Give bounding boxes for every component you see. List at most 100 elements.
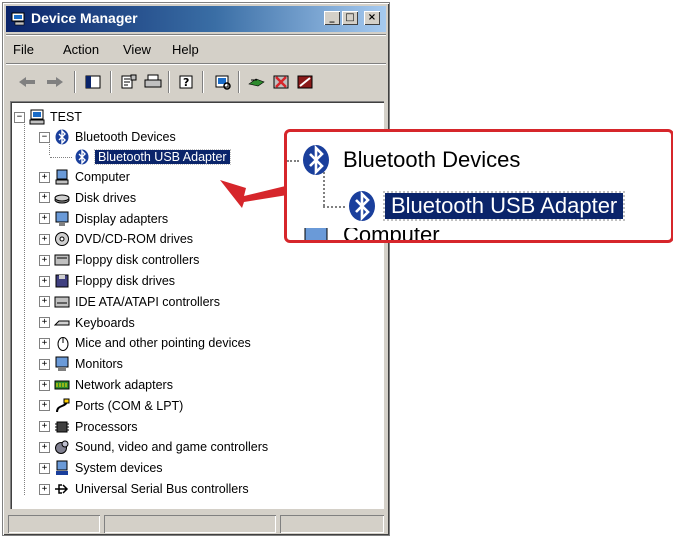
tree-item-label: Mice and other pointing devices — [75, 336, 251, 351]
status-pane — [8, 515, 100, 533]
expand-toggle[interactable]: + — [39, 213, 50, 225]
tree-item-universal-serial-bus-controllers[interactable]: + Universal Serial Bus controllers — [39, 479, 249, 499]
expand-toggle[interactable]: + — [39, 192, 50, 204]
device-manager-window: Device Manager _ □ × File Action View He… — [2, 2, 390, 536]
tree-connector — [287, 160, 299, 162]
back-arrow-icon[interactable] — [16, 71, 38, 93]
mouse-icon — [54, 335, 70, 352]
zoom-callout: Bluetooth Devices Bluetooth USB Adapter … — [284, 129, 673, 243]
tree-item-label: Disk drives — [75, 190, 137, 205]
system-device-icon — [54, 460, 70, 476]
tree-connector — [323, 172, 325, 206]
tree-item-computer[interactable]: + Computer — [39, 167, 130, 187]
collapse-toggle[interactable]: − — [14, 111, 25, 123]
zoom-bluetooth-devices-row: Bluetooth Devices — [301, 144, 520, 176]
window-title: Device Manager — [31, 10, 138, 26]
tree-item-label: Monitors — [75, 357, 123, 372]
status-pane — [104, 515, 276, 533]
expand-toggle[interactable]: + — [39, 254, 50, 266]
expand-toggle[interactable]: + — [39, 317, 50, 329]
expand-toggle[interactable]: + — [39, 275, 50, 287]
tree-item-mice-and-other-pointing-devices[interactable]: + Mice and other pointing devices — [39, 333, 251, 353]
expand-toggle[interactable]: + — [39, 296, 50, 308]
forward-arrow-icon[interactable] — [44, 71, 66, 93]
processor-icon — [54, 419, 70, 435]
maximize-button[interactable]: □ — [342, 11, 358, 25]
tree-item-label: Sound, video and game controllers — [75, 440, 269, 455]
expand-toggle[interactable]: + — [39, 233, 50, 245]
expand-toggle[interactable]: + — [39, 462, 50, 474]
tree-item-floppy-disk-controllers[interactable]: + Floppy disk controllers — [39, 250, 199, 270]
help-icon[interactable]: ? — [176, 71, 198, 93]
tree-root-label: TEST — [50, 110, 82, 124]
tree-item-label: Floppy disk drives — [75, 274, 176, 288]
tree-item-processors[interactable]: + Processors — [39, 417, 138, 437]
port-icon — [54, 398, 70, 414]
tree-item-bluetooth-usb-adapter[interactable]: Bluetooth USB Adapter — [74, 147, 231, 167]
monitor-icon — [54, 356, 70, 372]
sound-icon — [54, 439, 70, 455]
floppy-controller-icon — [54, 252, 70, 268]
menu-view[interactable]: View — [123, 42, 151, 57]
tree-item-sound-video-and-game-controllers[interactable]: + Sound, video and game controllers — [39, 437, 268, 457]
zoom-partial-row: Computer — [301, 228, 440, 240]
keyboard-icon — [54, 315, 70, 331]
tree-item-network-adapters[interactable]: + Network adapters — [39, 375, 173, 395]
expand-toggle[interactable]: + — [39, 421, 50, 433]
expand-toggle[interactable]: + — [39, 358, 50, 370]
tree-item-label: Universal Serial Bus controllers — [75, 482, 249, 496]
tree-item-ports-com-lpt[interactable]: + Ports (COM & LPT) — [39, 396, 183, 416]
tree-item-system-devices[interactable]: + System devices — [39, 458, 163, 478]
toolbar-separator — [110, 71, 112, 93]
tree-item-dvd-cd-rom-drives[interactable]: + DVD/CD-ROM drives — [39, 229, 193, 249]
expand-toggle[interactable]: + — [39, 483, 50, 495]
status-pane — [280, 515, 384, 533]
tree-item-disk-drives[interactable]: + Disk drives — [39, 188, 136, 208]
toolbar: ? — [6, 66, 386, 96]
toolbar-top-divider — [6, 63, 386, 65]
scan-hardware-icon[interactable] — [212, 71, 234, 93]
expand-toggle[interactable]: + — [39, 400, 50, 412]
status-bar — [8, 515, 386, 535]
tree-item-keyboards[interactable]: + Keyboards — [39, 313, 135, 333]
computer-icon — [54, 169, 70, 185]
toolbar-separator — [168, 71, 170, 93]
svg-text:?: ? — [183, 76, 189, 89]
update-driver-icon[interactable] — [246, 71, 268, 93]
expand-toggle[interactable]: + — [39, 337, 50, 349]
menu-file[interactable]: File — [13, 42, 34, 57]
ide-controller-icon — [54, 294, 70, 310]
close-button[interactable]: × — [364, 11, 380, 25]
uninstall-icon[interactable] — [270, 71, 292, 93]
tree-item-label: System devices — [75, 461, 163, 476]
zoom-category-label: Bluetooth Devices — [343, 147, 521, 172]
disk-drive-icon — [54, 190, 70, 206]
console-tree-icon[interactable] — [82, 71, 104, 93]
tree-item-ide-ata-atapi-controllers[interactable]: + IDE ATA/ATAPI controllers — [39, 292, 220, 312]
print-icon[interactable] — [142, 71, 164, 93]
properties-icon[interactable] — [118, 71, 140, 93]
tree-item-label: Ports (COM & LPT) — [75, 398, 184, 413]
floppy-drive-icon — [54, 273, 70, 289]
expand-toggle[interactable]: + — [39, 441, 50, 453]
menu-action[interactable]: Action — [63, 42, 99, 57]
menu-help[interactable]: Help — [172, 42, 199, 57]
tree-item-bluetooth-devices[interactable]: − Bluetooth Devices — [39, 127, 176, 147]
bluetooth-icon — [74, 149, 90, 165]
expand-toggle[interactable]: + — [39, 379, 50, 391]
tree-item-label: Keyboards — [75, 315, 135, 330]
title-bar[interactable]: Device Manager _ □ × — [6, 6, 386, 32]
tree-item-monitors[interactable]: + Monitors — [39, 354, 123, 374]
disable-icon[interactable] — [294, 71, 316, 93]
minimize-button[interactable]: _ — [324, 11, 340, 25]
tree-item-display-adapters[interactable]: + Display adapters — [39, 209, 168, 229]
bluetooth-icon — [301, 144, 333, 176]
display-adapter-icon — [54, 211, 70, 227]
tree-root-row[interactable]: − TEST — [14, 107, 82, 127]
bluetooth-icon — [347, 190, 379, 222]
computer-icon — [29, 109, 45, 125]
expand-toggle[interactable]: + — [39, 171, 50, 183]
tree-item-floppy-disk-drives[interactable]: + Floppy disk drives — [39, 271, 175, 291]
zoom-selected-label: Bluetooth USB Adapter — [382, 191, 626, 221]
collapse-toggle[interactable]: − — [39, 131, 50, 143]
